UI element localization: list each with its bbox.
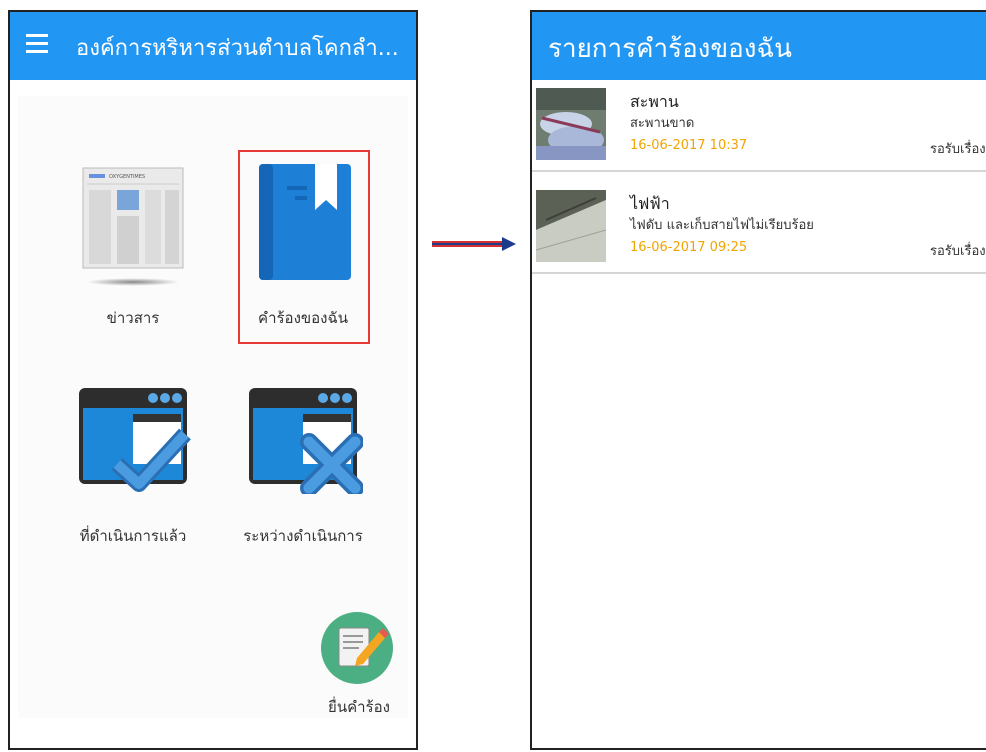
screen-title: รายการคำร้องของฉัน xyxy=(548,34,792,64)
newspaper-masthead: OXYGENTIMES xyxy=(109,174,145,180)
list-item[interactable]: สะพาน สะพานขาด 16-06-2017 10:37 รอรับเรื… xyxy=(532,84,986,172)
tile-label: ที่ดำเนินการแล้ว xyxy=(79,527,187,545)
request-date: 16-06-2017 09:25 xyxy=(630,240,748,255)
status-badge: รอรับเรื่อง xyxy=(930,142,986,157)
tile-completed[interactable]: ที่ดำเนินการแล้ว xyxy=(58,384,208,564)
list-item[interactable]: ไฟฟ้า ไฟดับ และเก็บสายไฟไม่เรียบร้อย 16-… xyxy=(532,186,986,274)
home-screen: องค์การหริหารส่วนตำบลโคกลำ... OXYGENTIME… xyxy=(8,10,418,750)
request-list-screen: รายการคำร้องของฉัน สะพาน สะพานขาด 16-06-… xyxy=(530,10,986,750)
tile-label: คำร้องของฉัน xyxy=(258,309,348,327)
request-description: ไฟดับ และเก็บสายไฟไม่เรียบร้อย xyxy=(630,218,814,233)
edit-document-icon xyxy=(338,627,389,667)
tile-label: ข่าวสาร xyxy=(106,309,160,327)
tile-in-progress[interactable]: ระหว่างดำเนินการ xyxy=(228,384,378,564)
window-check-icon xyxy=(79,388,191,492)
transition-arrow-icon xyxy=(432,237,516,251)
tile-label: ระหว่างดำเนินการ xyxy=(243,527,363,545)
tile-news[interactable]: OXYGENTIMES ข่าวสาร xyxy=(58,156,208,336)
app-title: องค์การหริหารส่วนตำบลโคกลำ... xyxy=(76,36,399,61)
submit-request-label: ยื่นคำร้อง xyxy=(328,698,390,716)
request-date: 16-06-2017 10:37 xyxy=(630,138,748,153)
menu-icon[interactable] xyxy=(26,34,48,54)
book-icon xyxy=(259,164,351,280)
app-bar: องค์การหริหารส่วนตำบลโคกลำ... xyxy=(10,12,416,80)
submit-request-button[interactable] xyxy=(321,612,393,684)
status-badge: รอรับเรื่อง xyxy=(930,244,986,259)
request-description: สะพานขาด xyxy=(630,116,695,131)
request-thumbnail xyxy=(536,88,606,160)
request-thumbnail xyxy=(536,190,606,262)
window-cross-icon xyxy=(249,388,364,497)
app-bar: รายการคำร้องของฉัน xyxy=(532,12,986,80)
newspaper-icon: OXYGENTIMES xyxy=(82,167,184,286)
tile-my-requests[interactable]: คำร้องของฉัน xyxy=(228,156,378,336)
